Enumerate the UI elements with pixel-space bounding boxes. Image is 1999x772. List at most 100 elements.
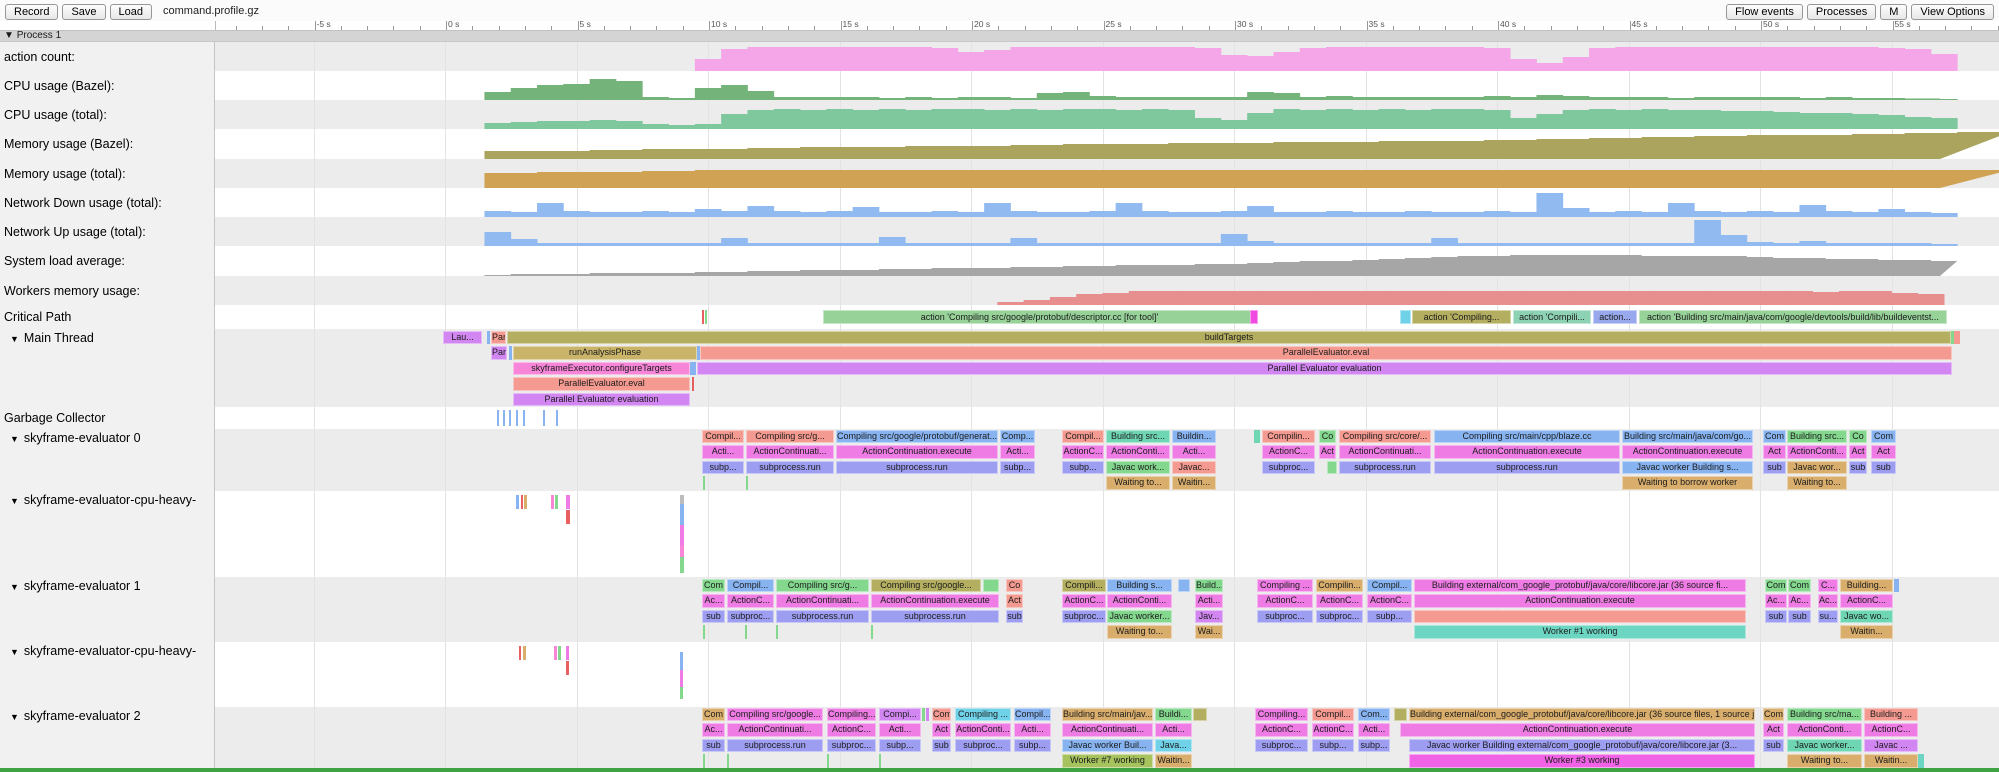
timeline-bar[interactable] [566, 495, 570, 509]
timeline-bar[interactable]: subproc... [1316, 610, 1363, 624]
timeline-bar[interactable] [1894, 579, 1899, 593]
timeline-bar[interactable]: Compiling src/google... [727, 708, 823, 722]
timeline-bar[interactable]: Ac... [1818, 594, 1838, 608]
timeline-bar[interactable]: Act [1763, 445, 1786, 459]
toolbar-button-save[interactable]: Save [62, 4, 105, 20]
timeline-bar[interactable]: Waiting to... [1106, 476, 1170, 490]
toolbar-button-flow-events[interactable]: Flow events [1726, 4, 1803, 20]
timeline-bar[interactable]: Com... [1358, 708, 1390, 722]
timeline-bar[interactable] [922, 708, 925, 722]
timeline-bar[interactable]: Javac worker Building s... [1622, 461, 1753, 475]
timeline-bar[interactable]: Co [1319, 430, 1336, 444]
timeline-bar[interactable] [705, 310, 707, 324]
timeline-bar[interactable]: ParallelEvaluator.eval [700, 346, 1952, 360]
timeline-bar[interactable]: ActionC... [1840, 594, 1893, 608]
timeline-bar[interactable]: Compilin... [1262, 430, 1315, 444]
timeline-bar[interactable]: subp... [1000, 461, 1035, 475]
timeline-bar[interactable] [776, 625, 778, 639]
timeline-bar[interactable]: Acti... [1195, 594, 1223, 608]
timeline-bar[interactable] [556, 410, 558, 426]
timeline-bar[interactable] [558, 646, 561, 660]
timeline-bar[interactable]: ActionContinuati... [1339, 445, 1431, 459]
timeline-bar[interactable]: Building src... [1787, 430, 1847, 444]
timeline-bar[interactable]: Com [1765, 579, 1787, 593]
timeline-bar[interactable]: subproc... [727, 610, 774, 624]
timeline-bar[interactable]: subproc... [1255, 739, 1308, 753]
timeline-bar[interactable]: Javac worker Buil... [1062, 739, 1153, 753]
timeline-bar[interactable]: subprocess.run [1339, 461, 1431, 475]
timeline-bar[interactable]: Acti... [1000, 445, 1035, 459]
timeline-bar[interactable]: Javac worker... [1787, 739, 1862, 753]
timeline-bar[interactable]: Compiling src/google/protobuf/generat... [836, 430, 998, 444]
timeline-bar[interactable]: Acti... [1155, 723, 1192, 737]
timeline-bar[interactable]: Building ... [1864, 708, 1918, 722]
timeline-bar[interactable]: Building src/main/jav... [1062, 708, 1153, 722]
timeline-bar[interactable]: subprocess.run [871, 610, 999, 624]
timeline-bar[interactable] [555, 495, 558, 509]
timeline-bar[interactable] [554, 646, 557, 660]
timeline-bar[interactable]: Co [1849, 430, 1867, 444]
timeline-bar[interactable]: sub [932, 739, 951, 753]
timeline-bar[interactable]: ActionC... [727, 594, 774, 608]
timeline-bar[interactable] [680, 495, 684, 504]
timeline-bar[interactable] [516, 495, 519, 509]
timeline-bar[interactable]: Compil... [702, 430, 744, 444]
timeline-bar[interactable]: Waitin... [1840, 625, 1893, 639]
timeline-bar[interactable]: Worker #7 working [1062, 754, 1153, 768]
timeline-bar[interactable]: C... [1818, 579, 1838, 593]
timeline-bar[interactable]: sub [1765, 610, 1787, 624]
timeline-bar[interactable]: Building src... [1106, 430, 1170, 444]
timeline-bar[interactable] [566, 661, 569, 675]
timeline-bar[interactable]: ActionContinuation.execute [1400, 723, 1755, 737]
timeline-bar[interactable]: Comp... [1000, 430, 1035, 444]
timeline-bar[interactable]: Ac... [1765, 594, 1787, 608]
timeline-bar[interactable]: ActionContinuation.execute [1622, 445, 1753, 459]
timeline-bar[interactable]: Acti... [1172, 445, 1216, 459]
timeline-bar[interactable] [1254, 430, 1260, 444]
timeline-bar[interactable] [523, 646, 526, 660]
timeline-bar[interactable] [703, 476, 705, 490]
timeline-bar[interactable]: subprocess.run [836, 461, 998, 475]
toolbar-button-record[interactable]: Record [5, 4, 58, 20]
timeline-bar[interactable]: Building external/com_google_protobuf/ja… [1409, 708, 1755, 722]
timeline-bar[interactable] [503, 410, 505, 426]
timeline-bar[interactable]: Waitin... [1172, 476, 1216, 490]
timeline-bar[interactable]: ActionContinuation.execute [871, 594, 999, 608]
timeline-bar[interactable]: Building src/ma... [1787, 708, 1862, 722]
timeline-bar[interactable]: Javac worker... [1107, 610, 1172, 624]
timeline-bar[interactable]: subp... [1062, 461, 1104, 475]
timeline-bar[interactable]: subp... [1358, 739, 1390, 753]
timeline-bar[interactable] [983, 579, 999, 593]
toolbar-button-processes[interactable]: Processes [1807, 4, 1876, 20]
row-label-skyframe-evaluator-2[interactable]: ▼skyframe-evaluator 2 [0, 707, 215, 771]
timeline-bar[interactable] [727, 754, 729, 768]
timeline-bar[interactable]: Parallel Evaluator evaluation [697, 362, 1952, 376]
timeline-bar[interactable]: Acti... [1014, 723, 1051, 737]
timeline-bar[interactable] [519, 646, 521, 660]
toolbar-button-m[interactable]: M [1880, 4, 1907, 20]
timeline-bar[interactable] [497, 410, 499, 426]
timeline-bar[interactable]: Com [932, 708, 951, 722]
timeline-bar[interactable]: ActionC... [1062, 445, 1104, 459]
timeline-bar[interactable] [746, 476, 748, 490]
timeline-bar[interactable]: Javac wo... [1840, 610, 1893, 624]
timeline-bar[interactable]: sub [1871, 461, 1896, 475]
timeline-bar[interactable] [1400, 310, 1411, 324]
toolbar-button-view-options[interactable]: View Options [1911, 4, 1994, 20]
timeline-bar[interactable]: Buildin... [1172, 430, 1216, 444]
timeline-bar[interactable]: Compiling ... [955, 708, 1011, 722]
timeline-bar[interactable]: Act [1871, 445, 1896, 459]
timeline-bar[interactable] [1193, 708, 1207, 722]
timeline-bar[interactable]: Compiling src/google... [871, 579, 981, 593]
timeline-bar[interactable]: subprocess.run [776, 610, 869, 624]
timeline-bar[interactable]: ActionContinuati... [776, 594, 869, 608]
timeline-bar[interactable]: Javac worker Building external/com_googl… [1409, 739, 1755, 753]
timeline-bar[interactable] [1414, 610, 1746, 624]
timeline-bar[interactable]: Compil... [1312, 708, 1354, 722]
timeline-bar[interactable] [692, 377, 694, 391]
timeline-bar[interactable]: Compil... [1062, 430, 1104, 444]
timeline-bar[interactable]: ActionConti... [1106, 445, 1170, 459]
timeline-bar[interactable] [1918, 754, 1924, 768]
timeline-bar[interactable]: ActionC... [1864, 723, 1918, 737]
timeline-bar[interactable]: subp... [1312, 739, 1354, 753]
